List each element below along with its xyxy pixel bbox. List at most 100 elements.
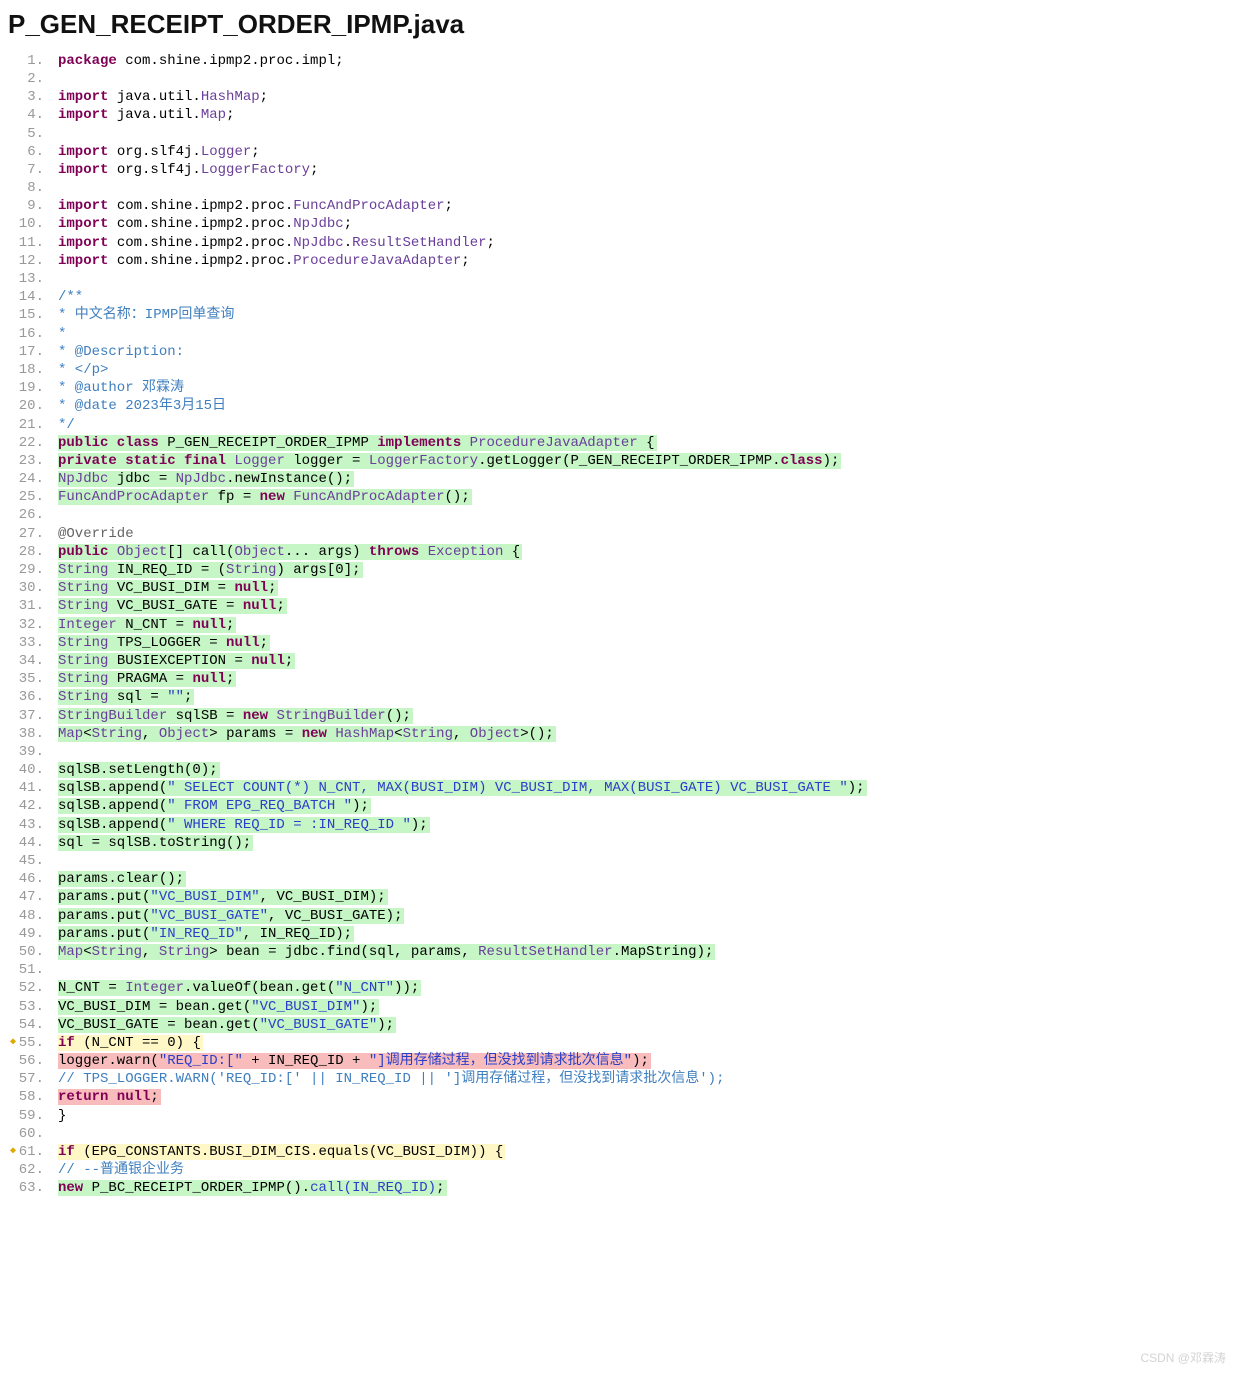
code-content [52,743,60,761]
code-line: 16. * [8,325,1228,343]
code-content [52,1125,60,1143]
code-line: 11.import com.shine.ipmp2.proc.NpJdbc.Re… [8,234,1228,252]
code-content: private static final Logger logger = Log… [52,452,841,470]
code-line: 52. N_CNT = Integer.valueOf(bean.get("N_… [8,979,1228,997]
code-line: 30. String VC_BUSI_DIM = null; [8,579,1228,597]
line-number: 53. [8,998,52,1016]
line-number: 61.◆ [8,1143,52,1161]
line-number: 11. [8,234,52,252]
code-line: 50. Map<String, String> bean = jdbc.find… [8,943,1228,961]
code-line: 34. String BUSIEXCEPTION = null; [8,652,1228,670]
code-line: 62. // --普通银企业务 [8,1161,1228,1179]
code-content: * 中文名称：IPMP回单查询 [52,306,236,324]
code-content: } [52,1107,68,1125]
code-line: 21. */ [8,416,1228,434]
code-content: * </p> [52,361,110,379]
code-line: 15. * 中文名称：IPMP回单查询 [8,306,1228,324]
line-number: 45. [8,852,52,870]
line-number: 13. [8,270,52,288]
line-number: 52. [8,979,52,997]
code-line: 18. * </p> [8,361,1228,379]
code-content: /** [52,288,85,306]
code-line: 60. [8,1125,1228,1143]
code-line: 47. params.put("VC_BUSI_DIM", VC_BUSI_DI… [8,888,1228,906]
code-line: 6.import org.slf4j.Logger; [8,143,1228,161]
line-number: 24. [8,470,52,488]
line-number: 59. [8,1107,52,1125]
code-line: 39. [8,743,1228,761]
line-number: 18. [8,361,52,379]
code-line: 44. sql = sqlSB.toString(); [8,834,1228,852]
code-content: VC_BUSI_GATE = bean.get("VC_BUSI_GATE"); [52,1016,396,1034]
code-block: 1.package com.shine.ipmp2.proc.impl;2.3.… [8,52,1228,1198]
line-number: 32. [8,616,52,634]
code-line: 36. String sql = ""; [8,688,1228,706]
code-content: // --普通银企业务 [52,1161,186,1179]
code-line: 31. String VC_BUSI_GATE = null; [8,597,1228,615]
line-number: 5. [8,125,52,143]
line-number: 28. [8,543,52,561]
code-line: 20. * @date 2023年3月15日 [8,397,1228,415]
code-content: params.put("IN_REQ_ID", IN_REQ_ID); [52,925,354,943]
line-number: 23. [8,452,52,470]
line-number: 1. [8,52,52,70]
code-content: */ [52,416,77,434]
code-line: 7.import org.slf4j.LoggerFactory; [8,161,1228,179]
code-line: 45. [8,852,1228,870]
code-line: 56. logger.warn("REQ_ID:[" + IN_REQ_ID +… [8,1052,1228,1070]
line-number: 8. [8,179,52,197]
code-content: import org.slf4j.Logger; [52,143,262,161]
line-number: 34. [8,652,52,670]
code-line: 14./** [8,288,1228,306]
line-number: 48. [8,907,52,925]
line-number: 31. [8,597,52,615]
code-line: 3.import java.util.HashMap; [8,88,1228,106]
code-content: String PRAGMA = null; [52,670,236,688]
code-line: 10.import com.shine.ipmp2.proc.NpJdbc; [8,215,1228,233]
line-number: 35. [8,670,52,688]
code-line: 2. [8,70,1228,88]
code-line: 48. params.put("VC_BUSI_GATE", VC_BUSI_G… [8,907,1228,925]
line-number: 42. [8,797,52,815]
line-number: 49. [8,925,52,943]
code-line: 12.import com.shine.ipmp2.proc.Procedure… [8,252,1228,270]
code-line: 53. VC_BUSI_DIM = bean.get("VC_BUSI_DIM"… [8,998,1228,1016]
code-content: String sql = ""; [52,688,194,706]
code-content: NpJdbc jdbc = NpJdbc.newInstance(); [52,470,354,488]
code-line: 32. Integer N_CNT = null; [8,616,1228,634]
code-line: 59. } [8,1107,1228,1125]
code-line: 63. new P_BC_RECEIPT_ORDER_IPMP().call(I… [8,1179,1228,1197]
warning-icon: ◆ [10,1145,16,1158]
code-line: 41. sqlSB.append(" SELECT COUNT(*) N_CNT… [8,779,1228,797]
line-number: 15. [8,306,52,324]
code-content: Integer N_CNT = null; [52,616,236,634]
code-content: if (N_CNT == 0) { [52,1034,203,1052]
code-content [52,270,60,288]
code-content: String BUSIEXCEPTION = null; [52,652,295,670]
code-line: 58. return null; [8,1088,1228,1106]
line-number: 9. [8,197,52,215]
line-number: 2. [8,70,52,88]
code-line: 42. sqlSB.append(" FROM EPG_REQ_BATCH ")… [8,797,1228,815]
code-line: 8. [8,179,1228,197]
code-line: 17. * @Description: [8,343,1228,361]
code-content: import java.util.HashMap; [52,88,270,106]
line-number: 16. [8,325,52,343]
line-number: 37. [8,707,52,725]
code-content: import com.shine.ipmp2.proc.ProcedureJav… [52,252,472,270]
line-number: 55.◆ [8,1034,52,1052]
code-line: 5. [8,125,1228,143]
line-number: 17. [8,343,52,361]
code-content: params.clear(); [52,870,186,888]
line-number: 33. [8,634,52,652]
code-line: 38. Map<String, Object> params = new Has… [8,725,1228,743]
code-content: String VC_BUSI_DIM = null; [52,579,278,597]
line-number: 60. [8,1125,52,1143]
line-number: 29. [8,561,52,579]
line-number: 30. [8,579,52,597]
line-number: 44. [8,834,52,852]
code-content: sqlSB.append(" SELECT COUNT(*) N_CNT, MA… [52,779,867,797]
code-line: 25. FuncAndProcAdapter fp = new FuncAndP… [8,488,1228,506]
line-number: 41. [8,779,52,797]
line-number: 25. [8,488,52,506]
